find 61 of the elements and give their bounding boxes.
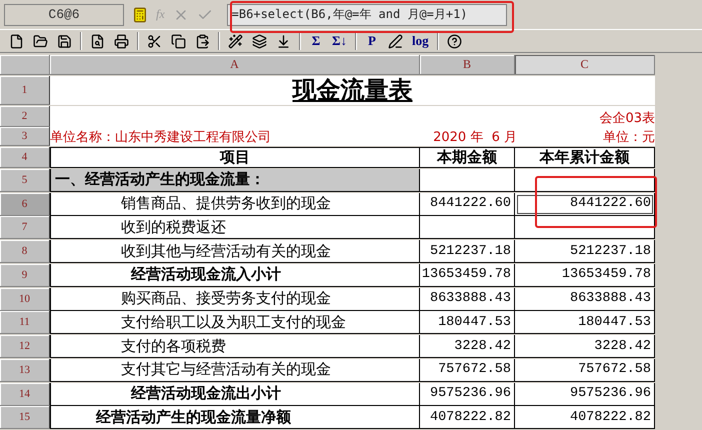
table-cell[interactable]: 4078222.82 [515, 406, 655, 430]
form-code: 会企03表 [599, 110, 655, 126]
table-cell[interactable] [515, 168, 655, 192]
table-cell: 13653459.78 [420, 264, 515, 287]
table-cell: 8441222.60 [420, 192, 515, 216]
unit-label: 单位：元 [602, 129, 655, 146]
formula-field[interactable]: =B6+select(B6,年@=年 and 月@=月+1) [226, 4, 507, 26]
table-cell[interactable]: 5212237.18 [515, 240, 655, 263]
row-header[interactable]: 2 [0, 106, 50, 126]
table-cell: 支付的各项税费 [50, 335, 420, 358]
table-cell[interactable]: 9575236.96 [515, 382, 655, 406]
table-cell[interactable]: 3228.42 [515, 335, 655, 358]
column-heading: 项目 [50, 147, 420, 168]
table-cell: 购买商品、接受劳务支付的现金 [50, 288, 420, 310]
table-cell[interactable]: 8441222.60 [515, 192, 655, 216]
table-cell: 销售商品、提供劳务收到的现金 [50, 192, 420, 216]
table-cell: 9575236.96 [420, 382, 515, 406]
table-cell[interactable]: 8633888.43 [515, 288, 655, 310]
table-cell: 收到的税费返还 [50, 216, 420, 240]
cell-reference-field[interactable]: C6@6 [4, 4, 124, 26]
row-header[interactable]: 5 [0, 168, 50, 192]
table-cell: 180447.53 [420, 311, 515, 334]
column-header[interactable]: B [420, 55, 515, 75]
table-cell[interactable]: 13653459.78 [515, 264, 655, 287]
row-header[interactable]: 11 [0, 311, 50, 334]
report-period: 2020 年 6 月 [432, 129, 517, 146]
table-cell: 经营活动现金流出小计 [50, 382, 420, 406]
column-header[interactable]: A [50, 55, 420, 75]
table-cell: 757672.58 [420, 358, 515, 382]
report-title: 现金流量表 [50, 76, 655, 105]
table-cell: 经营活动产生的现金流量净额 [50, 406, 420, 430]
row-header[interactable]: 3 [0, 127, 50, 146]
column-heading: 本期金额 [420, 147, 515, 168]
table-cell: 8633888.43 [420, 288, 515, 310]
column-heading: 本年累计金额 [515, 147, 655, 168]
column-header[interactable]: C [515, 55, 655, 75]
table-cell: 一、经营活动产生的现金流量： [50, 168, 420, 192]
table-cell: 3228.42 [420, 335, 515, 358]
row-header[interactable]: 10 [0, 288, 50, 310]
calculator-icon[interactable] [132, 6, 148, 22]
company-name: 单位名称：山东中秀建设工程有限公司 [50, 129, 272, 146]
table-cell: 5212237.18 [420, 240, 515, 263]
row-header[interactable]: 9 [0, 264, 50, 287]
row-header[interactable]: 8 [0, 240, 50, 263]
table-cell[interactable]: 180447.53 [515, 311, 655, 334]
table-cell: 支付给职工以及为职工支付的现金 [50, 311, 420, 334]
row-header[interactable]: 14 [0, 382, 50, 406]
row-header[interactable]: 7 [0, 216, 50, 240]
row-header[interactable]: 12 [0, 335, 50, 358]
table-cell[interactable] [515, 216, 655, 240]
row-header[interactable]: 15 [0, 406, 50, 430]
row-header[interactable]: 1 [0, 76, 50, 105]
table-cell: 收到其他与经营活动有关的现金 [50, 240, 420, 263]
table-cell: 支付其它与经营活动有关的现金 [50, 358, 420, 382]
row-header[interactable]: 4 [0, 147, 50, 168]
row-header[interactable]: 6 [0, 192, 50, 216]
table-cell: 4078222.82 [420, 406, 515, 430]
row-header[interactable]: 13 [0, 358, 50, 382]
select-all-button[interactable] [0, 55, 50, 75]
table-cell: 经营活动现金流入小计 [50, 264, 420, 287]
table-cell[interactable]: 757672.58 [515, 358, 655, 382]
